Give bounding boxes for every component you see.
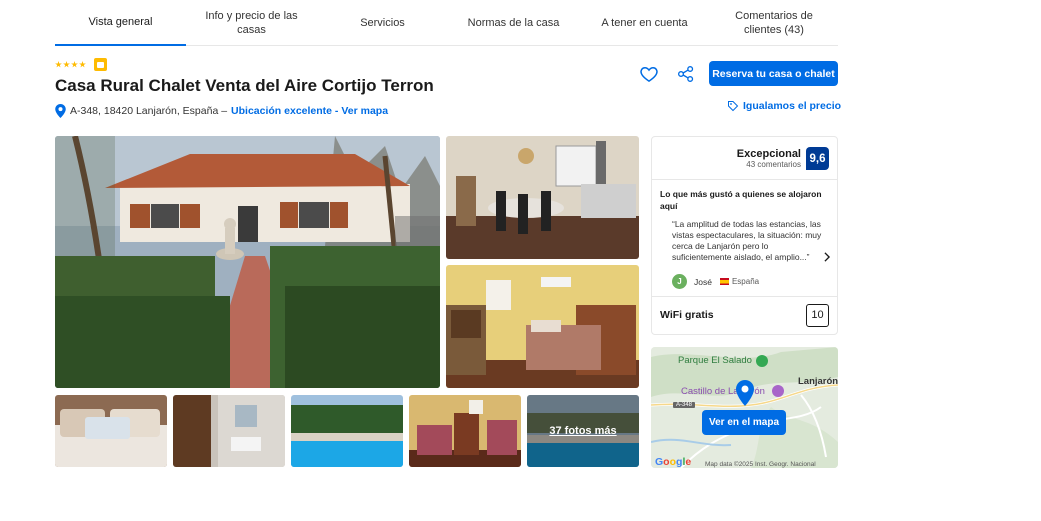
photo-dining-room[interactable] — [446, 136, 639, 259]
star-rating — [55, 58, 107, 71]
map-attribution: Map data ©2025 Inst. Geogr. Nacional — [705, 461, 816, 468]
review-score[interactable]: Excepcional 43 comentarios 9,6 — [737, 147, 829, 170]
reviewer-name: José — [694, 276, 712, 287]
tab-fine-print-label: A tener en cuenta — [601, 17, 688, 29]
more-photos-label: 37 fotos más — [527, 395, 639, 467]
more-photos-button[interactable]: 37 fotos más — [527, 395, 639, 467]
tab-guest-reviews-label: Comentarios de clientes (43) — [735, 10, 813, 36]
share-icon[interactable] — [676, 64, 696, 84]
spain-flag-icon — [719, 278, 729, 285]
price-match-link[interactable]: Igualamos el precio — [727, 100, 841, 112]
star-icon — [79, 61, 86, 68]
liked-heading: Lo que más gustó a quienes se alojaron a… — [660, 189, 822, 211]
reviewer: J José España — [672, 274, 759, 289]
wifi-score: 10 — [806, 303, 829, 327]
tab-facilities[interactable]: Servicios — [317, 0, 448, 46]
tab-house-rules-label: Normas de la casa — [467, 17, 560, 29]
price-tag-icon — [728, 101, 739, 112]
photo-bedroom[interactable] — [446, 265, 639, 388]
star-icon — [63, 61, 70, 68]
score-word: Excepcional — [736, 148, 801, 160]
tab-overview-label: Vista general — [88, 16, 153, 28]
photo-bedroom-2[interactable] — [409, 395, 521, 467]
tab-house-rules[interactable]: Normas de la casa — [448, 0, 579, 46]
map-marker-icon — [736, 380, 754, 406]
wifi-rating: WiFi gratis 10 — [660, 303, 829, 327]
review-quote: “La amplitud de todas las estancias, las… — [672, 219, 822, 262]
score-badge: 9,6 — [806, 147, 829, 170]
view-map-button[interactable]: Ver en el mapa — [702, 410, 786, 435]
tab-info-prices[interactable]: Info y precio de las casas — [186, 0, 317, 46]
wifi-label: WiFi gratis — [660, 309, 714, 321]
review-card: Excepcional 43 comentarios 9,6 Lo que má… — [651, 136, 838, 335]
reserve-button[interactable]: Reserva tu casa o chalet — [709, 61, 838, 86]
photo-bedroom-pillows[interactable] — [55, 395, 167, 467]
review-count: 43 comentarios — [746, 160, 801, 169]
tab-overview[interactable]: Vista general — [55, 0, 186, 46]
tab-guest-reviews[interactable]: Comentarios de clientes (43) — [710, 0, 838, 46]
tab-facilities-label: Servicios — [360, 17, 405, 29]
map-pin-icon — [55, 104, 66, 118]
heart-icon[interactable] — [639, 64, 659, 84]
chevron-right-icon[interactable] — [823, 252, 831, 262]
road-badge: A-348 — [673, 402, 696, 408]
google-logo: Google — [655, 456, 692, 468]
photo-bathroom[interactable] — [173, 395, 285, 467]
divider — [652, 296, 837, 297]
avatar: J — [672, 274, 687, 289]
map-label-park: Parque El Salado — [678, 355, 752, 366]
divider — [652, 179, 837, 180]
thumbs-up-icon[interactable] — [94, 58, 107, 71]
map-label-town: Lanjarón — [798, 376, 838, 387]
property-address: A-348, 18420 Lanjarón, España – Ubicació… — [55, 104, 388, 118]
photo-pool[interactable] — [291, 395, 403, 467]
price-match-label: Igualamos el precio — [743, 100, 842, 112]
tab-bar: Vista general Info y precio de las casas… — [55, 0, 838, 46]
reviewer-country: España — [731, 277, 760, 286]
star-icon — [55, 61, 62, 68]
tab-info-prices-label: Info y precio de las casas — [205, 10, 298, 36]
map-preview[interactable]: Parque El Salado Castillo de Lanjarón La… — [651, 347, 838, 468]
address-text: A-348, 18420 Lanjarón, España – — [70, 105, 228, 117]
tab-fine-print[interactable]: A tener en cuenta — [579, 0, 710, 46]
property-title: Casa Rural Chalet Venta del Aire Cortijo… — [55, 76, 434, 95]
photo-exterior[interactable] — [55, 136, 440, 388]
location-map-link[interactable]: Ubicación excelente - Ver mapa — [231, 105, 388, 117]
star-icon — [71, 61, 78, 68]
